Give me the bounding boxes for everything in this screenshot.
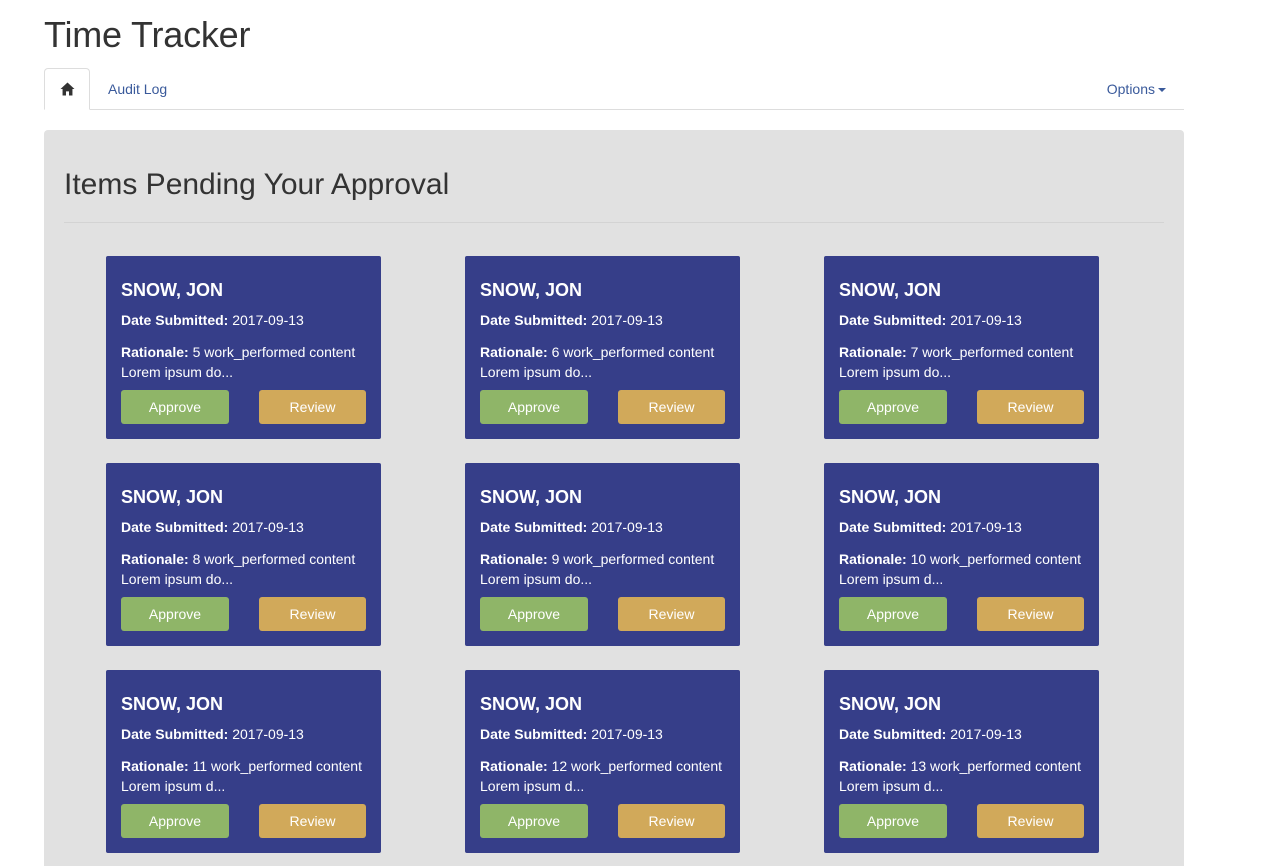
- review-button[interactable]: Review: [977, 597, 1084, 631]
- date-label: Date Submitted:: [839, 312, 947, 328]
- options-label: Options: [1106, 81, 1155, 97]
- approve-button[interactable]: Approve: [839, 597, 947, 631]
- card-date: Date Submitted: 2017-09-13: [121, 519, 304, 535]
- approval-card: SNOW, JON Date Submitted: 2017-09-13 Rat…: [824, 670, 1099, 853]
- caret-down-icon: [1158, 88, 1166, 93]
- card-date: Date Submitted: 2017-09-13: [839, 726, 1022, 742]
- date-value: 2017-09-13: [950, 312, 1022, 328]
- options-dropdown[interactable]: Options: [1107, 68, 1166, 110]
- approval-card: SNOW, JON Date Submitted: 2017-09-13 Rat…: [824, 463, 1099, 646]
- tab-audit-log[interactable]: Audit Log: [108, 68, 167, 110]
- approve-button[interactable]: Approve: [480, 804, 588, 838]
- rationale-label: Rationale:: [839, 758, 907, 774]
- review-button[interactable]: Review: [259, 804, 366, 838]
- date-value: 2017-09-13: [232, 312, 304, 328]
- card-name: SNOW, JON: [480, 280, 583, 300]
- approve-button[interactable]: Approve: [839, 390, 947, 424]
- card-date: Date Submitted: 2017-09-13: [839, 519, 1022, 535]
- nav-tabs: Audit Log Options: [44, 68, 1184, 110]
- rationale-label: Rationale:: [121, 344, 189, 360]
- date-label: Date Submitted:: [121, 726, 229, 742]
- card-name: SNOW, JON: [839, 280, 942, 300]
- card-rationale: Rationale: 10 work_performed content Lor…: [839, 549, 1094, 589]
- card-name: SNOW, JON: [121, 280, 224, 300]
- card-name: SNOW, JON: [839, 487, 942, 507]
- approve-button[interactable]: Approve: [480, 597, 588, 631]
- date-label: Date Submitted:: [480, 519, 588, 535]
- rationale-label: Rationale:: [839, 344, 907, 360]
- approve-button[interactable]: Approve: [839, 804, 947, 838]
- date-label: Date Submitted:: [839, 519, 947, 535]
- card-rationale: Rationale: 7 work_performed content Lore…: [839, 342, 1094, 382]
- approval-panel: Items Pending Your Approval SNOW, JON Da…: [44, 130, 1184, 866]
- date-label: Date Submitted:: [839, 726, 947, 742]
- approval-card: SNOW, JON Date Submitted: 2017-09-13 Rat…: [106, 463, 381, 646]
- card-rationale: Rationale: 9 work_performed content Lore…: [480, 549, 735, 589]
- date-value: 2017-09-13: [591, 312, 663, 328]
- date-label: Date Submitted:: [480, 312, 588, 328]
- card-rationale: Rationale: 11 work_performed content Lor…: [121, 756, 376, 796]
- approval-card: SNOW, JON Date Submitted: 2017-09-13 Rat…: [106, 256, 381, 439]
- card-date: Date Submitted: 2017-09-13: [480, 312, 663, 328]
- approval-card: SNOW, JON Date Submitted: 2017-09-13 Rat…: [465, 670, 740, 853]
- review-button[interactable]: Review: [618, 804, 725, 838]
- card-date: Date Submitted: 2017-09-13: [121, 726, 304, 742]
- review-button[interactable]: Review: [259, 390, 366, 424]
- card-rationale: Rationale: 12 work_performed content Lor…: [480, 756, 735, 796]
- approval-card: SNOW, JON Date Submitted: 2017-09-13 Rat…: [106, 670, 381, 853]
- approve-button[interactable]: Approve: [121, 804, 229, 838]
- card-date: Date Submitted: 2017-09-13: [121, 312, 304, 328]
- date-label: Date Submitted:: [121, 519, 229, 535]
- rationale-label: Rationale:: [121, 758, 189, 774]
- review-button[interactable]: Review: [259, 597, 366, 631]
- approve-button[interactable]: Approve: [121, 597, 229, 631]
- review-button[interactable]: Review: [977, 804, 1084, 838]
- card-name: SNOW, JON: [121, 487, 224, 507]
- date-value: 2017-09-13: [950, 726, 1022, 742]
- approve-button[interactable]: Approve: [121, 390, 229, 424]
- app-title: Time Tracker: [44, 14, 251, 55]
- card-rationale: Rationale: 5 work_performed content Lore…: [121, 342, 376, 382]
- date-value: 2017-09-13: [950, 519, 1022, 535]
- card-date: Date Submitted: 2017-09-13: [480, 519, 663, 535]
- card-name: SNOW, JON: [839, 694, 942, 714]
- card-date: Date Submitted: 2017-09-13: [839, 312, 1022, 328]
- approve-button[interactable]: Approve: [480, 390, 588, 424]
- date-label: Date Submitted:: [121, 312, 229, 328]
- date-label: Date Submitted:: [480, 726, 588, 742]
- rationale-label: Rationale:: [121, 551, 189, 567]
- date-value: 2017-09-13: [591, 519, 663, 535]
- divider: [64, 222, 1164, 223]
- card-name: SNOW, JON: [480, 487, 583, 507]
- rationale-label: Rationale:: [839, 551, 907, 567]
- section-heading: Items Pending Your Approval: [64, 168, 450, 201]
- rationale-label: Rationale:: [480, 551, 548, 567]
- tab-home[interactable]: [44, 68, 90, 110]
- review-button[interactable]: Review: [618, 597, 725, 631]
- approval-card: SNOW, JON Date Submitted: 2017-09-13 Rat…: [824, 256, 1099, 439]
- card-rationale: Rationale: 13 work_performed content Lor…: [839, 756, 1094, 796]
- date-value: 2017-09-13: [591, 726, 663, 742]
- home-icon: [60, 82, 74, 96]
- date-value: 2017-09-13: [232, 519, 304, 535]
- rationale-label: Rationale:: [480, 344, 548, 360]
- approval-card: SNOW, JON Date Submitted: 2017-09-13 Rat…: [465, 256, 740, 439]
- date-value: 2017-09-13: [232, 726, 304, 742]
- card-rationale: Rationale: 8 work_performed content Lore…: [121, 549, 376, 589]
- card-name: SNOW, JON: [121, 694, 224, 714]
- review-button[interactable]: Review: [618, 390, 725, 424]
- approval-card: SNOW, JON Date Submitted: 2017-09-13 Rat…: [465, 463, 740, 646]
- rationale-label: Rationale:: [480, 758, 548, 774]
- card-date: Date Submitted: 2017-09-13: [480, 726, 663, 742]
- review-button[interactable]: Review: [977, 390, 1084, 424]
- card-rationale: Rationale: 6 work_performed content Lore…: [480, 342, 735, 382]
- card-name: SNOW, JON: [480, 694, 583, 714]
